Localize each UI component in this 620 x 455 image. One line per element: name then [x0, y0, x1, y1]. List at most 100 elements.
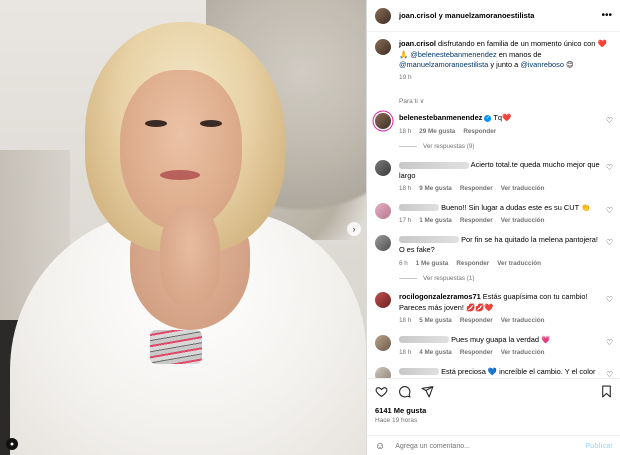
comment-actions: 17 h 1 Me gusta Responder Ver traducción — [399, 216, 604, 227]
lips — [160, 170, 200, 180]
comment-actions: 18 h 29 Me gusta Responder — [399, 127, 604, 138]
caption-text-1: disfrutando en familia de un momento úni… — [435, 39, 598, 48]
comment-time: 18 h — [399, 317, 412, 324]
see-translation[interactable]: Ver traducción — [497, 259, 541, 270]
view-replies-label: Ver respuestas (9) — [423, 143, 475, 150]
see-translation[interactable]: Ver traducción — [501, 216, 545, 227]
action-icons — [367, 379, 620, 398]
emoji-icon[interactable]: ☺ — [375, 441, 385, 452]
view-replies[interactable]: Ver respuestas (9) — [367, 137, 620, 150]
like-comment-icon[interactable]: ♡ — [606, 295, 613, 304]
mention-manuel[interactable]: @manuelzamoranoestilista — [399, 60, 488, 69]
comment-body: Bueno!! Sin lugar a dudas este es su CUT… — [399, 203, 604, 227]
comment-item: Acierto total.te queda mucho mejor que l… — [367, 160, 620, 195]
commenter-avatar[interactable] — [375, 292, 391, 308]
author-avatar[interactable] — [375, 7, 391, 24]
like-comment-icon[interactable]: ♡ — [606, 163, 613, 172]
comment-actions: 18 h 4 Me gusta Responder Ver traducción — [399, 348, 604, 359]
commenter-name[interactable] — [399, 204, 439, 212]
commenter-avatar[interactable] — [375, 160, 391, 176]
post-side-panel: joan.crisol y manuelzamoranoestilista ••… — [366, 0, 620, 455]
reply-button[interactable]: Responder — [460, 348, 493, 359]
reply-button[interactable]: Responder — [463, 127, 496, 138]
comment-likes[interactable]: 4 Me gusta — [419, 348, 452, 359]
verified-badge-icon: ✓ — [484, 114, 492, 122]
comment-input[interactable] — [395, 442, 566, 450]
post-modal: › ● joan.crisol y manuelzamoranoestilist… — [0, 0, 620, 455]
like-icon[interactable] — [375, 385, 388, 398]
commenter-avatar[interactable] — [375, 366, 391, 378]
share-icon[interactable] — [421, 385, 434, 398]
comment-icon[interactable] — [398, 385, 411, 398]
comment-actions: 18 h 9 Me gusta Responder Ver traducción — [399, 184, 604, 195]
like-comment-icon[interactable]: ♡ — [606, 238, 613, 247]
mention-belen[interactable]: @belenestebanmenendez — [410, 50, 496, 59]
commenter-avatar[interactable] — [375, 234, 391, 251]
comment-likes[interactable]: 9 Me gusta — [419, 184, 452, 195]
like-comment-icon[interactable]: ♡ — [606, 116, 613, 125]
comment-body: Por fin se ha quitado la melena pantojer… — [399, 235, 604, 270]
commenter-name[interactable] — [399, 161, 469, 169]
post-actions-bar: 6141 Me gusta Hace 19 horas ☺ Publicar — [367, 378, 620, 455]
commenter-avatar[interactable] — [375, 113, 391, 129]
comment-body: Pues muy guapa la verdad 💗 18 h 4 Me gus… — [399, 335, 604, 359]
caption-user[interactable]: joan.crisol — [399, 39, 436, 48]
comment-time: 18 h — [399, 127, 412, 135]
post-age: Hace 19 horas — [375, 417, 418, 424]
view-replies[interactable]: Ver respuestas (1) — [367, 269, 620, 282]
publish-button[interactable]: Publicar — [585, 443, 613, 450]
more-options-icon[interactable]: ••• — [601, 10, 612, 21]
comment-item: Por fin se ha quitado la melena pantojer… — [367, 234, 620, 270]
for-you-toggle[interactable]: Para ti ∨ — [367, 83, 620, 105]
comment-item: rocilogonzalezramos71 Estás guapísima co… — [367, 292, 620, 327]
replies-line — [399, 278, 417, 279]
comment-likes[interactable]: 1 Me gusta — [419, 216, 452, 227]
commenter-name[interactable]: belenestebanmenendez — [399, 113, 482, 122]
comment-time: 17 h — [399, 217, 412, 224]
author-names[interactable]: joan.crisol y manuelzamoranoestilista — [399, 11, 534, 20]
reply-button[interactable]: Responder — [460, 316, 493, 327]
comment-body: belenestebanmenendez ✓ Tq❤️ 18 h 29 Me g… — [399, 113, 604, 137]
see-translation[interactable]: Ver traducción — [501, 348, 545, 359]
left-eye — [145, 120, 167, 127]
commenter-name[interactable] — [399, 336, 449, 344]
like-comment-icon[interactable]: ♡ — [606, 206, 613, 215]
comment-item: Está preciosa 💙 increíble el cambio. Y e… — [367, 366, 620, 379]
comment-item: belenestebanmenendez ✓ Tq❤️ 18 h 29 Me g… — [367, 113, 620, 137]
commenter-avatar[interactable] — [375, 202, 391, 219]
like-comment-icon[interactable]: ♡ — [606, 338, 613, 347]
caption-avatar[interactable] — [375, 39, 391, 55]
see-translation[interactable]: Ver traducción — [501, 316, 545, 327]
user-tag-icon[interactable]: ● — [6, 438, 18, 450]
reply-button[interactable]: Responder — [460, 184, 493, 195]
comment-text: Tq❤️ — [493, 113, 512, 122]
like-comment-icon[interactable]: ♡ — [606, 370, 613, 379]
comment-likes[interactable]: 1 Me gusta — [416, 259, 449, 270]
caption: joan.crisol disfrutando en familia de un… — [367, 33, 620, 83]
bookmark-icon[interactable] — [600, 385, 613, 398]
see-translation[interactable]: Ver traducción — [501, 184, 545, 195]
commenter-avatar[interactable] — [375, 334, 391, 351]
comment-likes[interactable]: 29 Me gusta — [419, 127, 455, 138]
caption-text-3: y junto a — [488, 60, 521, 69]
mention-ivan[interactable]: @ivanreboso — [520, 60, 564, 69]
commenter-name[interactable]: rocilogonzalezramos71 — [399, 292, 481, 301]
comment-likes[interactable]: 5 Me gusta — [419, 316, 452, 327]
comment-actions: 6 h 1 Me gusta Responder Ver traducción — [399, 259, 604, 270]
comments-scroll[interactable]: joan.crisol disfrutando en familia de un… — [367, 33, 620, 378]
comment-text: Pues muy guapa la verdad 💗 — [451, 334, 551, 344]
comment-body: Acierto total.te queda mucho mejor que l… — [399, 160, 604, 195]
next-image-button[interactable]: › — [347, 222, 361, 236]
reply-button[interactable]: Responder — [460, 216, 493, 227]
comment-item: Bueno!! Sin lugar a dudas este es su CUT… — [367, 202, 620, 227]
comment-body: Está preciosa 💙 increíble el cambio. Y e… — [399, 367, 604, 378]
comment-time: 18 h — [399, 185, 412, 192]
post-header: joan.crisol y manuelzamoranoestilista ••… — [367, 0, 620, 32]
caption-text: joan.crisol disfrutando en familia de un… — [399, 39, 609, 83]
commenter-name[interactable] — [399, 236, 459, 244]
commenter-name[interactable] — [399, 368, 439, 376]
likes-count[interactable]: 6141 Me gusta — [367, 398, 620, 415]
post-photo[interactable]: › ● — [0, 0, 366, 455]
comment-item: Pues muy guapa la verdad 💗 18 h 4 Me gus… — [367, 334, 620, 359]
reply-button[interactable]: Responder — [456, 259, 489, 270]
